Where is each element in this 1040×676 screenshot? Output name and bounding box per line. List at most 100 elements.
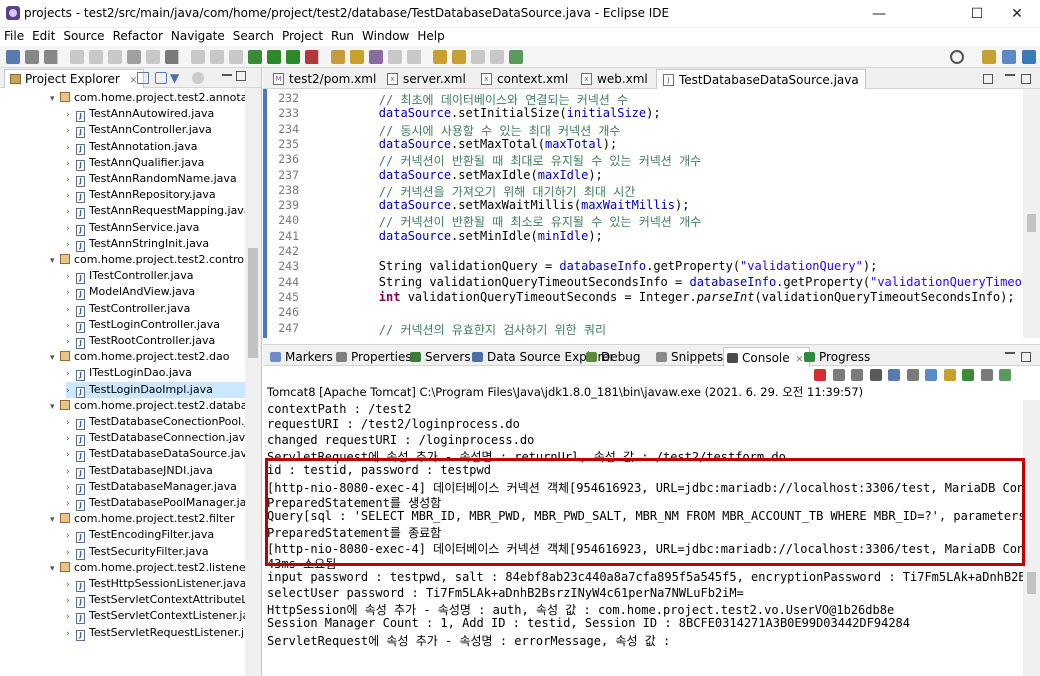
tab-properties[interactable]: Properties <box>333 347 418 367</box>
collapsed-chevron-icon[interactable]: › <box>66 431 76 446</box>
menu-item-help[interactable]: Help <box>413 28 448 46</box>
tree-package[interactable]: ▾ com.home.project.test2.database <box>50 398 245 414</box>
tree-file[interactable]: › J TestAnnRepository.java <box>66 187 246 204</box>
collapsed-chevron-icon[interactable]: › <box>66 447 76 462</box>
resume-icon[interactable] <box>210 50 224 64</box>
collapsed-chevron-icon[interactable]: › <box>66 609 76 624</box>
tree-package[interactable]: ▾ com.home.project.test2.controller <box>50 252 245 268</box>
terminate-icon[interactable] <box>814 369 826 381</box>
collapsed-chevron-icon[interactable]: › <box>66 593 76 608</box>
print-icon[interactable] <box>127 50 141 64</box>
collapsed-chevron-icon[interactable]: › <box>66 366 76 381</box>
collapsed-chevron-icon[interactable]: › <box>66 318 76 333</box>
debug-icon[interactable] <box>248 50 262 64</box>
console-scrollbar-thumb[interactable] <box>1027 572 1036 594</box>
editor-tab[interactable]: Mtest2/pom.xml <box>267 69 382 89</box>
open-type-icon[interactable] <box>331 50 345 64</box>
show-on-stderr-icon[interactable] <box>943 369 956 381</box>
word-wrap-icon[interactable] <box>906 369 919 381</box>
tree-file[interactable]: › J TestDatabaseDataSource.java <box>66 446 246 463</box>
open-task-icon[interactable] <box>350 50 364 64</box>
menu-item-project[interactable]: Project <box>278 28 327 46</box>
tree-file[interactable]: › J TestAnnotation.java <box>66 139 246 155</box>
collapsed-chevron-icon[interactable]: › <box>66 204 76 219</box>
expanded-chevron-icon[interactable]: ▾ <box>50 561 60 576</box>
expanded-chevron-icon[interactable]: ▾ <box>50 253 60 268</box>
clear-console-icon[interactable] <box>869 369 882 381</box>
code-view[interactable]: // 최초에 데이터베이스와 연결되는 커넥션 수 dataSource.set… <box>303 89 1023 338</box>
cut-icon[interactable] <box>108 50 122 64</box>
tree-package[interactable]: ▾ com.home.project.test2.annotation <box>50 90 245 106</box>
tree-package[interactable]: ▾ com.home.project.test2.dao <box>50 349 245 365</box>
editor-tab[interactable]: x context.xml <box>475 69 574 89</box>
collapsed-chevron-icon[interactable]: › <box>66 269 76 284</box>
menu-item-run[interactable]: Run <box>327 28 358 46</box>
redo-icon[interactable] <box>89 50 103 64</box>
external-tools-icon[interactable] <box>305 50 319 64</box>
tree-file[interactable]: › J TestLoginController.java <box>66 317 246 333</box>
editor-scrollbar-thumb[interactable] <box>1027 214 1036 232</box>
tree-file[interactable]: › J TestDatabaseManager.java <box>66 479 246 495</box>
collapsed-chevron-icon[interactable]: › <box>66 334 76 349</box>
step-icon[interactable] <box>191 50 205 64</box>
collapsed-chevron-icon[interactable]: › <box>66 302 76 317</box>
collapsed-chevron-icon[interactable]: › <box>66 626 76 641</box>
new-icon[interactable] <box>6 50 20 64</box>
expanded-chevron-icon[interactable]: ▾ <box>50 399 60 414</box>
tree-file[interactable]: › J TestAnnService.java <box>66 220 246 236</box>
collapsed-chevron-icon[interactable]: › <box>66 221 76 236</box>
menu-item-edit[interactable]: Edit <box>28 28 59 46</box>
expanded-chevron-icon[interactable]: ▾ <box>50 350 60 365</box>
tree-file[interactable]: › J ModelAndView.java <box>66 284 246 301</box>
maximize-view-icon[interactable] <box>236 71 246 81</box>
maximize-view-icon[interactable] <box>1021 74 1031 84</box>
open-perspective-icon[interactable] <box>982 50 996 64</box>
collapsed-chevron-icon[interactable]: › <box>66 528 76 543</box>
collapsed-chevron-icon[interactable]: › <box>66 545 76 560</box>
collapsed-chevron-icon[interactable]: › <box>66 577 76 592</box>
suspend-icon[interactable] <box>229 50 243 64</box>
prev-annotation-icon[interactable] <box>433 50 447 64</box>
expanded-chevron-icon[interactable]: ▾ <box>50 512 60 527</box>
debug-perspective-icon[interactable] <box>1022 50 1036 64</box>
next-annotation-icon[interactable] <box>407 50 421 64</box>
collapsed-chevron-icon[interactable]: › <box>66 415 76 430</box>
minimize-view-icon[interactable] <box>1005 352 1015 354</box>
menu-item-file[interactable]: File <box>0 28 28 46</box>
open-console-icon[interactable] <box>999 369 1011 381</box>
scrollbar-thumb[interactable] <box>248 248 258 358</box>
collapsed-chevron-icon[interactable]: › <box>66 156 76 171</box>
tab-servers[interactable]: Servers <box>407 347 477 367</box>
tree-file[interactable]: › J TestDatabasePoolManager.java <box>66 495 246 511</box>
tree-file[interactable]: › J TestLoginDaoImpl.java <box>66 381 246 398</box>
remove-launch-icon[interactable] <box>832 369 845 381</box>
maximize-view-icon[interactable] <box>1021 352 1031 362</box>
collapsed-chevron-icon[interactable]: › <box>66 285 76 300</box>
link-editor-icon[interactable] <box>155 72 167 84</box>
tree-file[interactable]: ›J TestServletRequestListener.java <box>66 625 246 641</box>
tab-snippets[interactable]: Snippets <box>653 347 729 367</box>
show-on-stdout-icon[interactable] <box>925 369 937 381</box>
tree-package[interactable]: ▾ com.home.project.test2.filter <box>50 511 245 527</box>
undo-icon[interactable] <box>70 50 84 64</box>
menu-item-navigate[interactable]: Navigate <box>167 28 229 46</box>
tree-file[interactable]: › J TestAnnAutowired.java <box>66 106 246 123</box>
forward-icon[interactable] <box>471 50 485 64</box>
minimize-view-icon[interactable] <box>222 74 232 76</box>
expanded-chevron-icon[interactable]: ▾ <box>50 91 60 106</box>
run-icon[interactable] <box>267 50 281 64</box>
pilcrow-icon[interactable] <box>165 50 179 64</box>
format-icon[interactable] <box>146 50 160 64</box>
tab-project-explorer[interactable]: Project Explorer ✕ <box>4 69 145 88</box>
tab-console[interactable]: Console ✕ <box>723 347 811 367</box>
pin-icon[interactable] <box>490 50 504 64</box>
tree-file[interactable]: ›J TestServletContextAttributeListe <box>66 592 246 609</box>
tree-file[interactable]: ›J TestDatabaseConectionPool.java <box>66 414 246 430</box>
tree-file[interactable]: › J ITestController.java <box>66 268 246 285</box>
tree-package[interactable]: ▾ com.home.project.test2.listener <box>50 560 245 576</box>
tree-file[interactable]: › J TestAnnRandomName.java <box>66 171 246 187</box>
minimize-button[interactable]: — <box>856 0 902 28</box>
tree-file[interactable]: › J TestAnnStringInit.java <box>66 236 246 252</box>
tree-file[interactable]: › J ITestLoginDao.java <box>66 365 246 382</box>
tab-progress[interactable]: Progress <box>801 347 876 367</box>
